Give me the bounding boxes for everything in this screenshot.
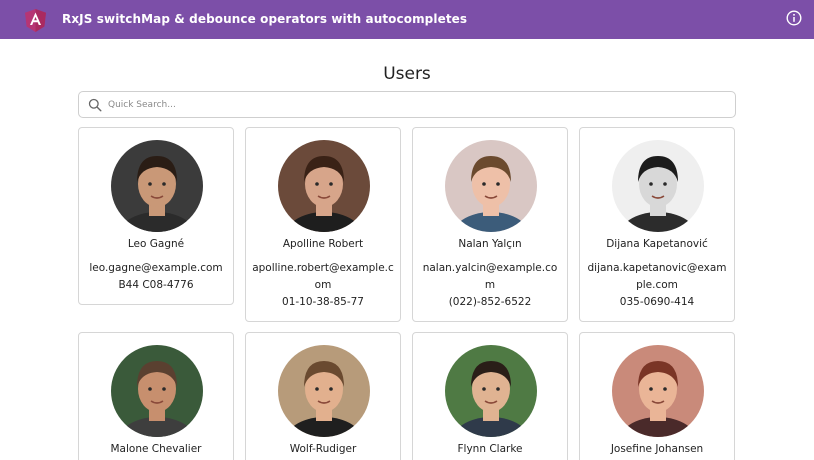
user-card[interactable]: Apolline Robert apolline.robert@example.c… <box>245 127 401 322</box>
app-title: RxJS switchMap & debounce operators with… <box>62 12 468 26</box>
user-email[interactable]: dijana.kapetanovic@example.com <box>586 260 728 294</box>
app-header: RxJS switchMap & debounce operators with… <box>0 0 814 39</box>
user-card[interactable]: Flynn Clarke <box>412 332 568 460</box>
user-card[interactable]: Wolf-Rudiger <box>245 332 401 460</box>
user-phone: B44 C08-4776 <box>118 279 194 291</box>
avatar <box>278 345 370 437</box>
avatar <box>612 140 704 232</box>
user-card[interactable]: Dijana Kapetanović dijana.kapetanovic@exa… <box>579 127 735 322</box>
user-details: nalan.yalcin@example.com (022)-852-6522 <box>419 260 561 311</box>
user-name: Josefine Johansen <box>610 443 704 455</box>
user-name: Leo Gagné <box>127 238 185 250</box>
user-card[interactable]: Josefine Johansen <box>579 332 735 460</box>
angular-logo-icon[interactable] <box>25 9 46 32</box>
user-card[interactable]: Nalan Yalçın nalan.yalcin@example.com (022… <box>412 127 568 322</box>
search-icon <box>88 98 102 112</box>
user-name: Apolline Robert <box>282 238 364 250</box>
info-icon[interactable] <box>786 10 802 26</box>
page-title: Users <box>383 64 431 84</box>
user-card[interactable]: Malone Chevalier <box>78 332 234 460</box>
user-name: Nalan Yalçın <box>458 238 522 250</box>
user-email[interactable]: nalan.yalcin@example.com <box>419 260 561 294</box>
user-phone: (022)-852-6522 <box>448 296 532 308</box>
user-name: Dijana Kapetanović <box>606 238 708 250</box>
search-input[interactable] <box>108 95 728 114</box>
avatar <box>612 345 704 437</box>
user-details: leo.gagne@example.com B44 C08-4776 <box>85 260 227 294</box>
avatar <box>278 140 370 232</box>
user-name: Malone Chevalier <box>110 443 202 455</box>
user-details: dijana.kapetanovic@example.com 035-0690-4… <box>586 260 728 311</box>
user-email[interactable]: apolline.robert@example.com <box>252 260 394 294</box>
user-card[interactable]: Leo Gagné leo.gagne@example.com B44 C08-47… <box>78 127 234 305</box>
user-phone: 01-10-38-85-77 <box>282 296 364 308</box>
user-details: apolline.robert@example.com 01-10-38-85-7… <box>252 260 394 311</box>
avatar <box>111 140 203 232</box>
user-name: Flynn Clarke <box>457 443 523 455</box>
avatar <box>111 345 203 437</box>
user-name: Wolf-Rudiger <box>289 443 357 455</box>
avatar <box>445 140 537 232</box>
avatar <box>445 345 537 437</box>
user-email[interactable]: leo.gagne@example.com <box>85 260 227 277</box>
search-box[interactable] <box>78 91 736 118</box>
user-phone: 035-0690-414 <box>619 296 695 308</box>
